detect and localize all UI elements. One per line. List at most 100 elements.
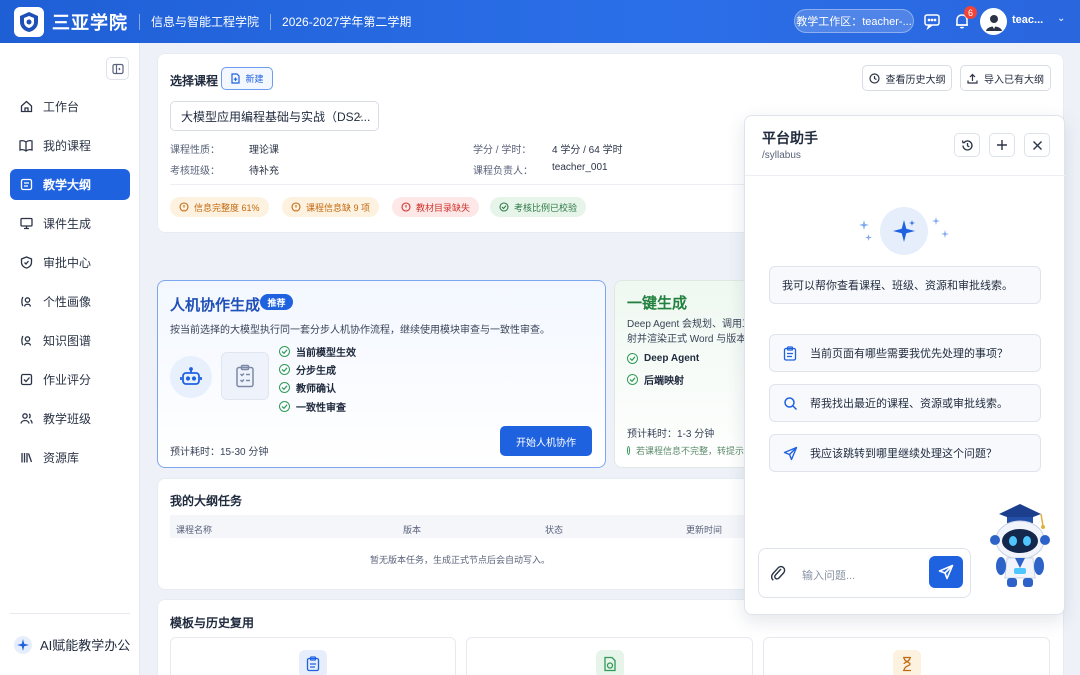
chip-label: 课程信息缺 9 项 (306, 202, 371, 213)
college-name: 信息与智能工程学院 (151, 15, 260, 29)
suggestion-text: 帮我找出最近的课程、资源或审批线索。 (810, 398, 1008, 410)
workspace-selector[interactable]: 教学工作区：teacher-... (794, 9, 914, 33)
hourglass-icon (892, 650, 921, 675)
sidebar-nav: 工作台 我的课程 教学大纲 课件生成 审批中心 个性画像 知识图谱 作业评分 教… (0, 91, 140, 481)
book-icon (19, 139, 33, 153)
sidebar-item-label: 审批中心 (43, 256, 92, 270)
collab-step-label: 分步生成 (296, 366, 336, 377)
username[interactable]: teac... (1012, 14, 1043, 26)
clipboard-icon (299, 650, 327, 675)
template-tile[interactable] (466, 637, 753, 675)
sidebar-item-syllabus[interactable]: 教学大纲 (10, 169, 130, 200)
paperclip-icon[interactable] (770, 564, 786, 582)
collab-step: 教师确认 (279, 380, 336, 395)
sparkle-icon (14, 635, 32, 654)
collab-step-label: 当前模型生效 (296, 348, 356, 359)
check-circle-icon (627, 353, 638, 364)
ai-office-link[interactable]: AI赋能教学办公 (14, 635, 130, 654)
course-select-value: 大模型应用编程基础与实战（DS2... (181, 109, 371, 124)
course-credit-label: 学分 / 学时： (473, 145, 532, 156)
sidebar-item-label: 个性画像 (43, 295, 92, 309)
course-select[interactable]: 大模型应用编程基础与实战（DS2... ⌄ (170, 101, 379, 131)
sidebar-item-knowledge-graph[interactable]: 知识图谱 (10, 325, 130, 356)
column-header: 版本 (403, 525, 422, 535)
message-icon[interactable] (922, 11, 942, 31)
chevron-down-icon[interactable]: ⌄ (1057, 13, 1065, 24)
top-bar: 三亚学院 信息与智能工程学院 2026-2027学年第二学期 (0, 0, 1080, 43)
avatar[interactable] (980, 8, 1007, 35)
sidebar-item-my-courses[interactable]: 我的课程 (10, 130, 130, 161)
divider (170, 184, 745, 185)
sidebar-item-label: 资源库 (43, 451, 80, 465)
history-button[interactable] (954, 133, 980, 157)
send-button[interactable] (929, 556, 963, 588)
import-syllabus-button[interactable]: 导入已有大纲 (960, 65, 1051, 91)
school-logo[interactable] (14, 6, 44, 37)
empty-state: 暂无版本任务，生成正式节点后会自动写入。 (369, 555, 550, 565)
suggestion-item[interactable]: 帮我找出最近的课程、资源或审批线索。 (769, 384, 1041, 422)
checkbox-icon (19, 373, 33, 387)
sidebar-item-library[interactable]: 资源库 (10, 442, 130, 473)
history-icon (961, 139, 973, 151)
check-circle-icon (627, 446, 630, 455)
auto-title: 一键生成 (627, 295, 688, 312)
collab-step-label: 教师确认 (296, 384, 336, 395)
auto-step-label: Deep Agent (644, 353, 700, 364)
chip-label: 考核比例已校验 (514, 202, 578, 213)
error-icon (401, 202, 411, 212)
check-circle-icon (499, 202, 509, 212)
new-course-button[interactable]: 新建 (221, 67, 273, 90)
plus-icon (997, 140, 1007, 150)
course-class-label: 考核班级： (170, 166, 220, 177)
sidebar-item-label: 教学大纲 (43, 178, 92, 192)
status-badge: 教材目录缺失 (392, 197, 480, 217)
history-icon (868, 72, 880, 84)
sidebar-item-grading[interactable]: 作业评分 (10, 364, 130, 395)
suggestion-item[interactable]: 我应该跳转到哪里继续处理这个问题？ (769, 434, 1041, 472)
auto-step: 后端映射 (627, 372, 684, 387)
chip-label: 教材目录缺失 (416, 202, 471, 213)
divider (270, 13, 272, 30)
sidebar-item-classes[interactable]: 教学班级 (10, 403, 130, 434)
recommended-badge: 推荐 (260, 294, 293, 310)
course-owner-value: teacher_001 (552, 162, 608, 173)
assistant-greeting: 我可以帮你查看课程、班级、资源和审批线索。 (769, 266, 1041, 304)
divider (745, 175, 1066, 176)
add-file-icon (231, 73, 241, 84)
monitor-icon (19, 217, 33, 231)
auto-note: 若课程信息不完整，转提示 (627, 444, 744, 457)
sidebar-item-label: 工作台 (43, 100, 80, 114)
column-header: 状态 (545, 525, 564, 535)
start-collab-button[interactable]: 开始人机协作 (500, 426, 592, 456)
check-circle-icon (279, 401, 290, 412)
view-history-button[interactable]: 查看历史大纲 (862, 65, 952, 91)
sidebar-item-approval[interactable]: 审批中心 (10, 247, 130, 278)
clipboard-icon (780, 343, 800, 363)
course-credit-value: 4 学分 / 64 学时 (552, 145, 623, 156)
robot-mascot[interactable] (985, 498, 1055, 590)
file-refresh-icon (595, 650, 624, 675)
task-section-title: 我的大纲任务 (170, 494, 243, 508)
sidebar-item-label: 课件生成 (43, 217, 92, 231)
sidebar-item-label: 我的课程 (43, 139, 92, 153)
collab-description: 按当前选择的大模型执行同一套分步人机协作流程，继续使用模块审查与一致性审查。 (170, 325, 550, 336)
sidebar-item-workbench[interactable]: 工作台 (10, 91, 130, 122)
sparkle-icon (941, 230, 949, 238)
sidebar-item-profile[interactable]: 个性画像 (10, 286, 130, 317)
auto-step-label: 后端映射 (644, 376, 684, 387)
warning-icon (291, 202, 301, 212)
sidebar: 工作台 我的课程 教学大纲 课件生成 审批中心 个性画像 知识图谱 作业评分 教… (0, 43, 140, 675)
column-header: 更新时间 (686, 525, 723, 535)
template-tile[interactable] (763, 637, 1050, 675)
shield-icon (19, 256, 33, 270)
sidebar-item-label: 作业评分 (43, 373, 92, 387)
column-header: 课程名称 (176, 525, 213, 535)
profile-icon (19, 295, 33, 309)
suggestion-item[interactable]: 当前页面有哪些需要我优先处理的事项？ (769, 334, 1041, 372)
template-tile[interactable] (170, 637, 456, 675)
new-chat-button[interactable] (989, 133, 1015, 157)
collapse-sidebar-icon[interactable] (106, 57, 129, 80)
close-button[interactable] (1024, 133, 1050, 157)
sidebar-item-courseware[interactable]: 课件生成 (10, 208, 130, 239)
ai-office-label: AI赋能教学办公 (40, 638, 131, 653)
